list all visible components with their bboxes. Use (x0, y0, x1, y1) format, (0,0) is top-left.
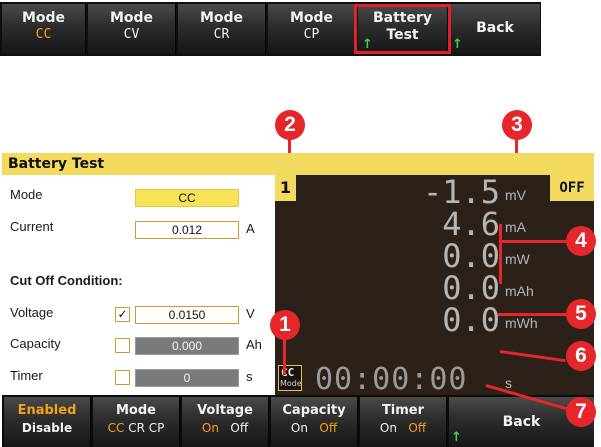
timer-unit: s (246, 369, 253, 384)
softkey-value: CV (123, 27, 140, 42)
capacity-checkbox[interactable] (115, 338, 130, 353)
current-label: Current (10, 219, 54, 234)
softkey-top-label: Timer (381, 403, 425, 418)
softkey-enable[interactable]: Enabled Disable (4, 397, 91, 447)
softkey-top-label: Voltage (197, 403, 253, 418)
softkey-options: CC CR CP (93, 419, 179, 437)
softkey-capacity[interactable]: Capacity On Off (271, 397, 358, 447)
softkey-top-label: Enabled (17, 403, 77, 418)
softkey-options: On Off (271, 419, 357, 437)
option-on: On (379, 421, 397, 435)
option-off: Off (319, 421, 338, 435)
voltage-unit: V (246, 306, 255, 321)
callout-2: 2 (275, 110, 305, 140)
callout-6: 6 (566, 341, 596, 371)
current-readout-unit: mA (505, 219, 526, 235)
energy-readout-unit: mWh (505, 315, 538, 331)
battery-test-screen: Battery Test Mode CC Current 0.012 A Cut… (2, 153, 594, 447)
callout-5-line (498, 313, 566, 316)
softkey-value: CP (303, 27, 320, 42)
softkey-mode-cr[interactable]: Mode CR (178, 4, 266, 54)
page-title: Battery Test (8, 156, 105, 172)
option-cp: CP (148, 421, 165, 435)
softkey-mode-cv[interactable]: Mode CV (88, 4, 176, 54)
output-state-badge: OFF (550, 175, 594, 201)
voltage-checkbox[interactable]: ✓ (115, 307, 130, 322)
softkey-voltage[interactable]: Voltage On Off (182, 397, 269, 447)
softkey-mode-cp[interactable]: Mode CP (268, 4, 356, 54)
softkey-battery-mode[interactable]: Mode CC CR CP (93, 397, 180, 447)
softkey-top-label: Capacity (282, 403, 346, 418)
channel-badge: 1 (275, 175, 296, 201)
energy-readout: 0.0 (442, 301, 500, 339)
timer-label: Timer (10, 368, 43, 383)
option-cc: CC (107, 421, 125, 435)
callout-5: 5 (566, 299, 596, 329)
softkey-options: On Off (182, 419, 268, 437)
mode-indicator-caption: Mode (280, 379, 302, 388)
callout-7: 7 (566, 397, 596, 427)
callout-4: 4 (566, 226, 596, 256)
mode-field[interactable]: CC (135, 189, 239, 207)
softkey-value: CR (213, 27, 230, 42)
softkey-timer[interactable]: Timer On Off (360, 397, 447, 447)
softkey-options: On Off (360, 419, 446, 437)
timer-field[interactable]: 0 (135, 369, 239, 387)
softkey-label: Mode (199, 10, 244, 26)
softkey-bottom-label: Disable (21, 421, 73, 435)
callout-4-line (500, 240, 566, 243)
voltage-readout-unit: mV (505, 187, 526, 203)
callout-1: 1 (270, 310, 300, 340)
elapsed-time-readout: 00:00:00 (315, 362, 468, 397)
callout-3: 3 (502, 110, 532, 140)
capacity-unit: Ah (246, 337, 262, 352)
timer-checkbox[interactable] (115, 370, 130, 385)
submenu-arrow-icon: ↑ (451, 430, 462, 445)
capacity-label: Capacity (10, 336, 61, 351)
softkey-value: CC (35, 27, 52, 42)
option-off: Off (408, 421, 427, 435)
submenu-arrow-icon: ↑ (452, 37, 463, 52)
voltage-label: Voltage (10, 305, 54, 320)
softkey-label: Mode (21, 10, 66, 26)
settings-panel: Mode CC Current 0.012 A Cut Off Conditio… (2, 175, 275, 395)
softkey-label: Mode (109, 10, 154, 26)
elapsed-time-unit: s (505, 375, 512, 391)
cutoff-heading: Cut Off Condition: (10, 273, 123, 288)
current-field[interactable]: 0.012 (135, 221, 239, 239)
title-bar: Battery Test (2, 153, 594, 175)
softkey-label: Back (476, 20, 514, 36)
measurement-panel: 1 OFF -1.5 mV 4.6 mA 0.0 mW 0.0 mAh 0.0 … (275, 173, 594, 397)
capacity-field[interactable]: 0.000 (135, 337, 239, 355)
option-on: On (201, 421, 219, 435)
voltage-field[interactable]: 0.0150 (135, 306, 239, 324)
softkey-top-label: Mode (116, 403, 156, 418)
softkey-back[interactable]: Back (450, 4, 540, 54)
power-readout-unit: mW (505, 251, 530, 267)
option-off: Off (230, 421, 249, 435)
mode-label: Mode (10, 187, 43, 202)
capacity-readout-unit: mAh (505, 283, 534, 299)
mode-indicator: CC Mode (278, 365, 302, 391)
option-on: On (290, 421, 308, 435)
bottom-softkey-bar: Enabled Disable Mode CC CR CP Voltage On… (2, 395, 594, 447)
softkey-mode-cc[interactable]: Mode CC (2, 4, 86, 54)
callout-4-bracket (499, 224, 502, 284)
softkey-label: Mode (289, 10, 334, 26)
battery-test-highlight (354, 4, 451, 54)
callout-1-line (283, 339, 286, 375)
current-unit: A (246, 221, 255, 236)
option-cr: CR (128, 421, 145, 435)
